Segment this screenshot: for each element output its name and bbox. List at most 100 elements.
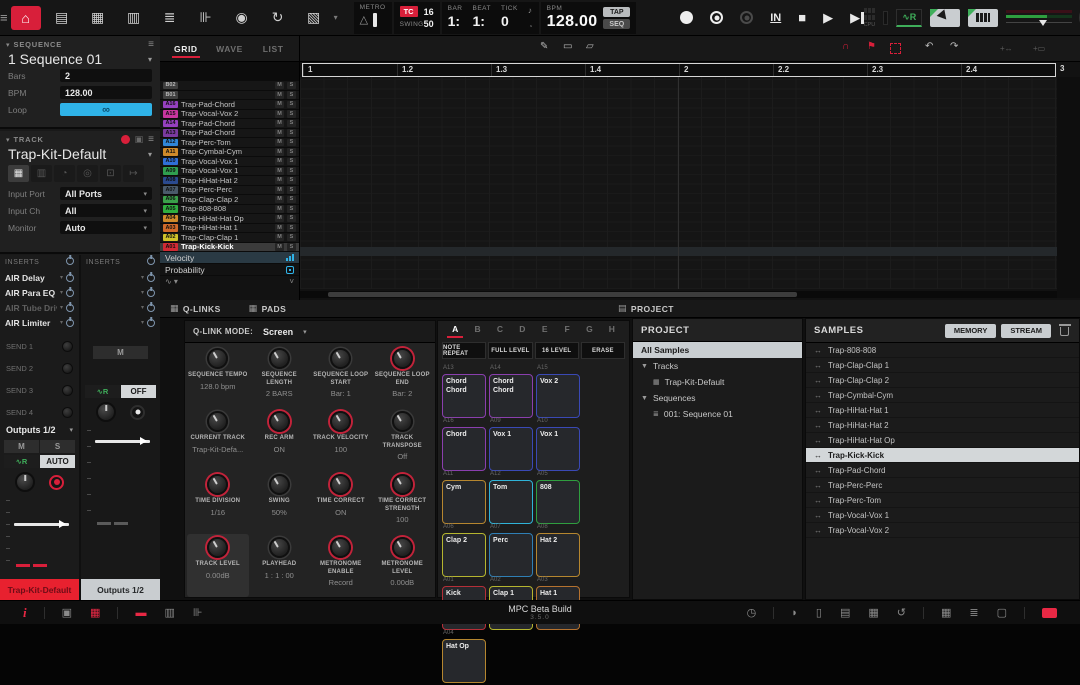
track-row[interactable]: B01 M S <box>160 91 299 101</box>
sample-edit-icon[interactable]: ▥ <box>119 6 149 30</box>
pad[interactable]: Hat Op <box>442 639 486 683</box>
mute-button[interactable]: M <box>4 440 39 453</box>
track-row[interactable]: A04 Trap-HiHat-Hat Op M S <box>160 214 299 224</box>
file-icon[interactable]: ▯ <box>816 606 822 619</box>
send-knob[interactable] <box>62 363 73 374</box>
solo-button[interactable]: S <box>287 148 296 156</box>
power-icon[interactable] <box>147 289 155 297</box>
disc-icon[interactable]: ◉ <box>227 6 257 30</box>
pad[interactable]: 808 <box>536 480 580 524</box>
mute-button[interactable]: M <box>275 129 284 137</box>
strip-output-name[interactable]: Outputs 1/2 <box>81 579 160 600</box>
undo-icon[interactable]: ↶ <box>925 41 933 52</box>
capture-button[interactable] <box>740 11 753 24</box>
mixer-view-icon[interactable]: ⊪ <box>193 606 203 619</box>
browser-icon[interactable]: ▧ <box>299 6 329 30</box>
editor-view-icon[interactable]: ▣ <box>62 606 72 619</box>
metro-level-slider[interactable] <box>373 13 377 27</box>
pad-function-button[interactable]: ERASE <box>581 342 625 359</box>
qlink-knob-cell[interactable]: SEQUENCE LOOP START Bar: 1 <box>310 345 372 408</box>
solo-button[interactable]: S <box>287 186 296 194</box>
pad[interactable]: Chord Chord <box>489 374 533 418</box>
qlink-knob[interactable] <box>269 474 290 495</box>
pad-bank-tab[interactable]: C <box>489 324 511 338</box>
sample-item[interactable]: ↔ Trap-Vocal-Vox 1 <box>806 508 1079 523</box>
snap-magnet-icon[interactable]: ∩ <box>842 41 849 52</box>
feedback-icon[interactable] <box>1042 608 1057 618</box>
tc-value[interactable]: 16 <box>424 7 434 17</box>
qlink-knob[interactable] <box>269 537 290 558</box>
timeline-ruler[interactable]: 1 1.2 1.3 1.4 2 2.2 2.3 2.4 <box>302 63 1056 77</box>
qlink-knob[interactable] <box>269 348 290 369</box>
insert-slot[interactable]: AIR Para EQ ▾ <box>0 285 79 300</box>
panel-layout-icon[interactable]: ▢ <box>997 606 1007 619</box>
notes-icon[interactable]: ▤ <box>840 606 850 619</box>
sample-item[interactable]: ↔ Trap-Pad-Chord <box>806 463 1079 478</box>
power-icon[interactable] <box>66 257 74 265</box>
qlink-knob[interactable] <box>392 348 413 369</box>
mute-button[interactable]: M <box>275 101 284 109</box>
track-row[interactable]: A05 Trap-808-808 M S <box>160 205 299 215</box>
qlink-knob-cell[interactable]: TRACK TRANSPOSE Off <box>372 408 434 471</box>
send-knob[interactable] <box>62 407 73 418</box>
seq-bpm-field[interactable]: 128.00 <box>60 86 152 99</box>
sample-item[interactable]: ↔ Trap-Kick-Kick <box>806 448 1079 463</box>
trash-icon[interactable] <box>1060 327 1069 336</box>
record-arm-button[interactable] <box>49 475 64 490</box>
overdub-button[interactable] <box>710 11 723 24</box>
mute-button[interactable]: M <box>275 91 284 99</box>
pan-knob[interactable] <box>96 402 116 422</box>
tc-badge[interactable]: TC <box>400 6 418 17</box>
history-icon[interactable]: ↺ <box>897 606 906 619</box>
stream-button[interactable]: STREAM <box>1001 324 1051 338</box>
pad-function-button[interactable]: NOTE REPEAT <box>442 342 486 359</box>
beat-value[interactable]: 1: <box>473 13 492 29</box>
qlink-knob-cell[interactable]: CURRENT TRACK Trap-Kit-Defa... <box>187 408 249 471</box>
pad[interactable]: Clap 2 <box>442 533 486 577</box>
solo-button[interactable]: S <box>287 205 296 213</box>
solo-button[interactable]: S <box>287 243 296 251</box>
mute-button[interactable]: M <box>275 167 284 175</box>
play-start-button[interactable]: ▶ <box>850 10 864 26</box>
solo-button[interactable]: S <box>287 196 296 204</box>
mute-button[interactable]: M <box>275 234 284 242</box>
insert-slot[interactable]: AIR Tube Drive ▾ <box>0 300 79 315</box>
pad[interactable]: Cym <box>442 480 486 524</box>
audio-icon[interactable]: ◗ <box>791 607 798 619</box>
sample-item[interactable]: ↔ Trap-Perc-Tom <box>806 493 1079 508</box>
tab-pads[interactable]: ▦ PADS <box>249 303 287 314</box>
step-sequencer-icon[interactable]: ≣ <box>155 6 185 30</box>
solo-button[interactable]: S <box>287 215 296 223</box>
sample-item[interactable]: ↔ Trap-Clap-Clap 2 <box>806 373 1079 388</box>
automation-lane-partial[interactable]: ∿ ▾ ˅ <box>160 276 299 287</box>
clock-icon[interactable]: ◷ <box>747 606 757 619</box>
pad-function-button[interactable]: FULL LEVEL <box>488 342 532 359</box>
qlink-knob[interactable] <box>330 348 351 369</box>
qlink-knob[interactable] <box>269 411 290 432</box>
solo-button[interactable]: S <box>287 224 296 232</box>
pad-function-button[interactable]: 16 LEVEL <box>535 342 579 359</box>
menu-icon[interactable]: ≡ <box>0 10 8 25</box>
zoom-vertical-icon[interactable]: +▭ <box>1033 44 1045 53</box>
monitor-button[interactable] <box>130 405 145 420</box>
mute-button[interactable]: M <box>275 120 284 128</box>
sample-item[interactable]: ↔ Trap-Vocal-Vox 2 <box>806 523 1079 538</box>
qlink-knob[interactable] <box>392 537 413 558</box>
qlink-knob-cell[interactable]: TRACK LEVEL 0.00dB <box>187 534 249 597</box>
pad[interactable]: Perc <box>489 533 533 577</box>
tab-project[interactable]: ▤ PROJECT <box>618 303 674 314</box>
track-row[interactable]: A08 Trap-HiHat-Hat 2 M S <box>160 176 299 186</box>
qlink-knob-cell[interactable]: SEQUENCE LENGTH 2 BARS <box>249 345 311 408</box>
track-row[interactable]: A11 Trap-Cymbal-Cym M S <box>160 148 299 158</box>
sample-item[interactable]: ↔ Trap-Perc-Perc <box>806 478 1079 493</box>
track-row[interactable]: A07 Trap-Perc-Perc M S <box>160 186 299 196</box>
redo-icon[interactable]: ↷ <box>950 41 958 52</box>
track-selector[interactable]: Trap-Kit-Default ▾ <box>0 146 160 162</box>
off-button[interactable]: OFF <box>121 385 156 398</box>
tap-tempo-button[interactable]: TAP <box>603 7 630 17</box>
solo-button[interactable]: S <box>287 129 296 137</box>
track-row[interactable]: A09 Trap-Vocal-Vox 1 M S <box>160 167 299 177</box>
pad-matrix-icon[interactable]: ▦ <box>83 6 113 30</box>
pad-bank-tab[interactable]: D <box>511 324 533 338</box>
drum-program-icon[interactable]: ▦ <box>8 165 29 182</box>
